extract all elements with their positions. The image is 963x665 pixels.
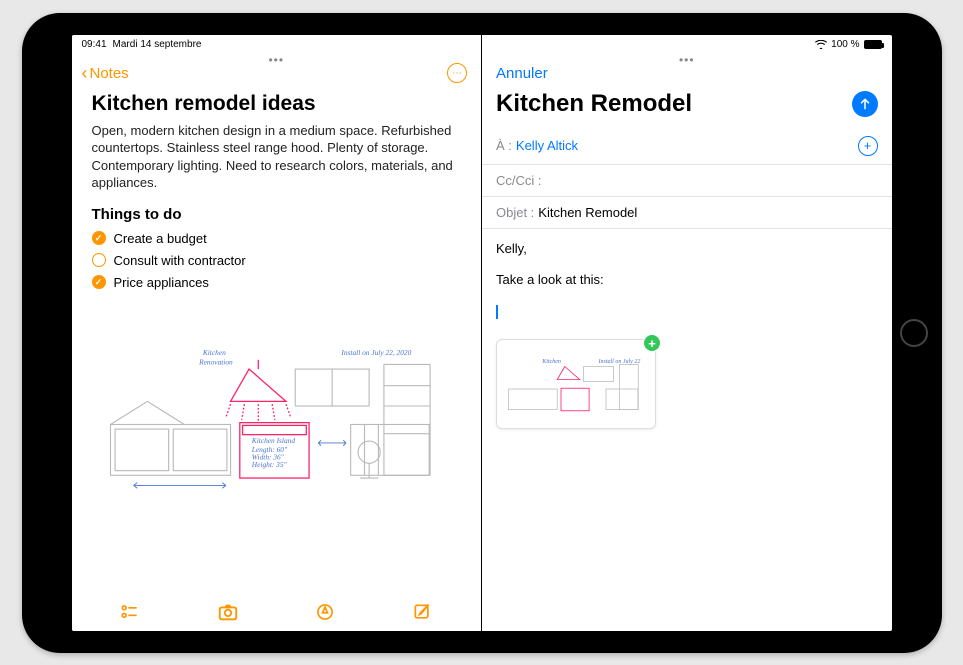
screen: 09:41 Mardi 14 septembre ••• ‹ Notes ⋯ K… [72,35,892,631]
todo-list: Create a budget Consult with contractor … [92,231,462,290]
wifi-icon [815,40,827,49]
todo-label: Price appliances [114,275,209,290]
notes-pane: 09:41 Mardi 14 septembre ••• ‹ Notes ⋯ K… [72,35,483,631]
svg-text:Renovation: Renovation [198,357,233,366]
status-time: 09:41 [82,39,107,50]
send-button[interactable] [852,91,878,117]
note-content[interactable]: Kitchen remodel ideas Open, modern kitch… [72,88,482,593]
multitask-handle-right[interactable]: ••• [679,53,695,67]
todo-item[interactable]: Create a budget [92,231,462,246]
checkbox-icon[interactable] [92,253,106,267]
camera-icon[interactable] [217,601,239,623]
back-to-notes[interactable]: ‹ Notes [82,63,129,84]
checkbox-icon[interactable] [92,231,106,245]
subject-label: Objet : [496,205,534,220]
compose-header: Kitchen Remodel [482,86,892,128]
markup-icon[interactable] [314,601,336,623]
svg-text:Install on July 22, 2020: Install on July 22, 2020 [340,348,411,357]
subject-value[interactable]: Kitchen Remodel [538,205,637,220]
notes-toolbar [72,593,482,631]
add-badge-icon: + [643,334,661,352]
mail-body[interactable]: Kelly, Take a look at this: [482,229,892,332]
subject-field[interactable]: Objet : Kitchen Remodel [482,197,892,229]
back-label: Notes [90,65,129,82]
ipad-frame: 09:41 Mardi 14 septembre ••• ‹ Notes ⋯ K… [22,13,942,653]
svg-text:Height: 35": Height: 35" [250,460,287,469]
compose-icon[interactable] [411,601,433,623]
battery-icon [864,40,882,49]
add-contact-button[interactable]: + [858,136,878,156]
cc-label: Cc/Cci : [496,173,542,188]
home-button[interactable] [900,319,928,347]
todo-label: Create a budget [114,231,207,246]
body-greeting: Kelly, [496,239,878,259]
battery-percent: 100 % [831,39,859,50]
chevron-left-icon: ‹ [82,63,88,84]
status-bar-left: 09:41 Mardi 14 septembre [72,35,482,55]
arrow-up-icon [858,97,872,111]
note-title[interactable]: Kitchen remodel ideas [92,92,462,116]
todo-item[interactable]: Consult with contractor [92,253,462,268]
todo-heading[interactable]: Things to do [92,206,462,223]
svg-text:Kitchen: Kitchen [541,359,561,365]
status-bar-right: 100 % [482,35,892,55]
text-cursor [496,305,498,319]
note-body[interactable]: Open, modern kitchen design in a medium … [92,122,462,192]
kitchen-sketch[interactable]: Kitchen Renovation Install on July 22, 2… [92,306,462,506]
status-date: Mardi 14 septembre [113,39,202,50]
ellipsis-icon: ⋯ [452,68,462,79]
multitask-handle-left[interactable]: ••• [268,53,284,67]
compose-title: Kitchen Remodel [496,90,692,118]
cc-field[interactable]: Cc/Cci : [482,165,892,197]
to-value[interactable]: Kelly Altick [516,138,578,153]
todo-label: Consult with contractor [114,253,246,268]
plus-icon: + [864,138,872,153]
to-field[interactable]: À : Kelly Altick + [482,128,892,165]
more-actions-button[interactable]: ⋯ [447,63,467,83]
attachment-preview[interactable]: + Kitchen Install on July 22 [496,339,656,429]
svg-text:Install on July 22: Install on July 22 [598,359,641,365]
svg-text:Kitchen: Kitchen [201,348,225,357]
svg-text:Kitchen Island: Kitchen Island [250,436,295,445]
checklist-icon[interactable] [119,601,141,623]
body-line: Take a look at this: [496,270,878,290]
to-label: À : [496,138,512,153]
todo-item[interactable]: Price appliances [92,275,462,290]
checkbox-icon[interactable] [92,275,106,289]
mail-pane: 100 % ••• Annuler Kitchen Remodel À : Ke… [482,35,892,631]
